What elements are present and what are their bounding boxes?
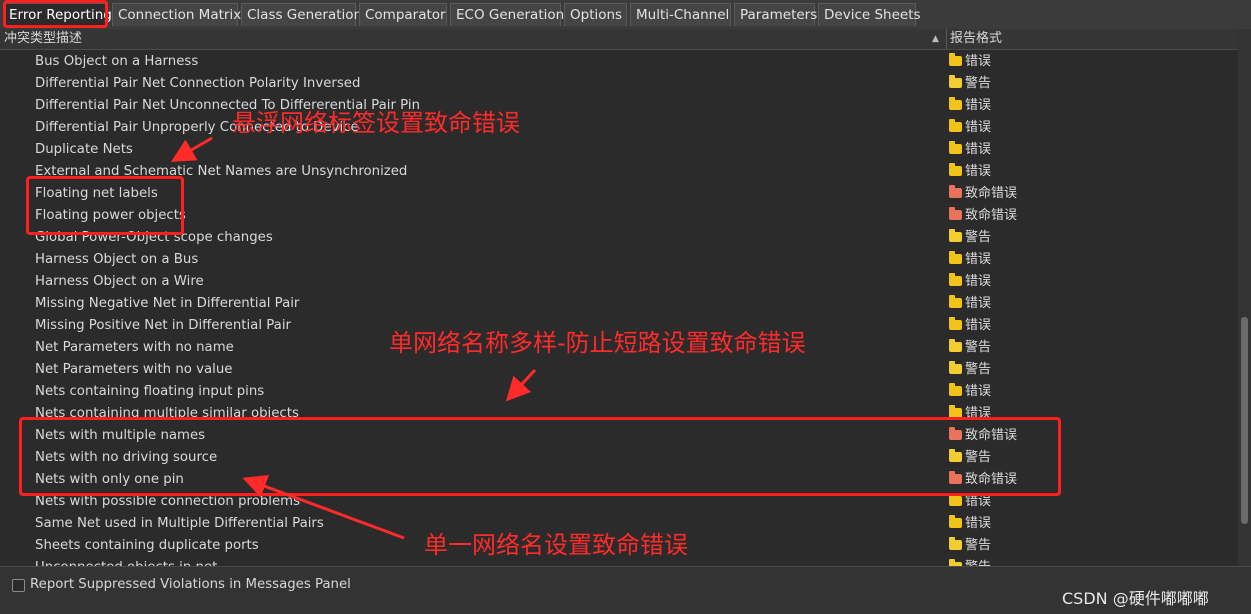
- arrow-floating: [170, 136, 213, 163]
- arrow-multiple-names: [505, 368, 537, 402]
- annotation-arrows: [170, 136, 537, 540]
- arrow-one-pin: [242, 475, 405, 540]
